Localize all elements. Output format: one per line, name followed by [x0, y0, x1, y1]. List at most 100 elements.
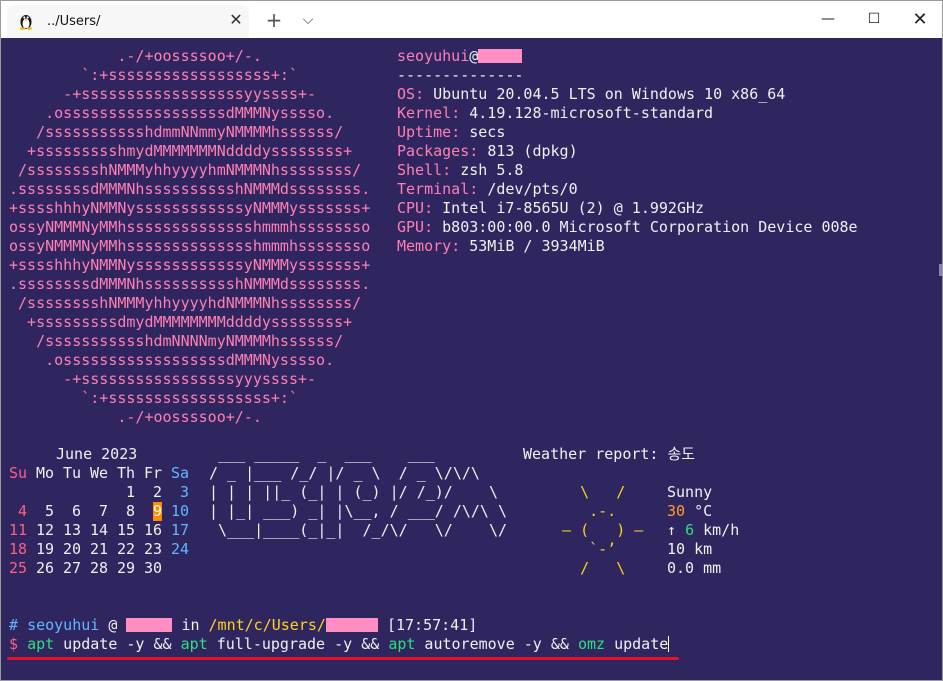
prompt-path: /mnt/c/Users/ — [208, 616, 326, 634]
info-value: 4.19.128-microsoft-standard — [469, 104, 714, 122]
prompt-user: seoyuhui — [27, 616, 100, 634]
info-value: 813 (dpkg) — [487, 142, 578, 160]
close-button[interactable]: ✕ — [897, 1, 942, 38]
info-key: GPU — [397, 218, 425, 236]
prompt-line: # seoyuhui @ in /mnt/c/Users/ [17:57:41] — [9, 616, 477, 635]
info-value: b803:00:00.0 Microsoft Corporation Devic… — [442, 218, 858, 236]
info-key: Shell — [397, 161, 443, 179]
calendar-day: 25 — [9, 559, 28, 577]
neofetch-user: seoyuhui — [397, 47, 470, 65]
weekday-label: Sa — [171, 464, 190, 482]
sun-art-line: `-’ — [553, 540, 617, 558]
calendar-day: 20 — [63, 540, 82, 558]
linux-tux-icon — [20, 15, 32, 30]
prompt-at: @ — [108, 616, 118, 634]
logo-line: /sssssssshNMMMyhhyyyyhdNMMMNhssssssss/ — [9, 294, 362, 312]
calendar-day: 3 — [180, 483, 190, 501]
logo-line: .ossssssssssssssssssdMMMNysssso. — [9, 104, 335, 122]
sun-art-line: / \ — [553, 559, 626, 577]
info-row: Shell: zsh 5.8 — [397, 161, 523, 180]
info-colon: : — [442, 161, 461, 179]
info-key: OS — [397, 85, 416, 103]
logo-line: .ssssssssdMMMNhsssssssssshNMMMdssssssss. — [9, 275, 371, 293]
calendar-day: 6 — [72, 502, 82, 520]
calendar-day: 30 — [144, 559, 163, 577]
tab-title: ../Users/ — [47, 14, 101, 29]
calendar-day: 4 — [18, 502, 28, 520]
temp-unit: °C — [694, 502, 713, 520]
weekday-label: We — [90, 464, 109, 482]
weather-label: Weather report: — [523, 445, 659, 463]
info-key: Kernel — [397, 104, 452, 122]
minimize-button[interactable]: — — [805, 1, 851, 38]
text-cursor — [668, 636, 670, 652]
calendar-day: 18 — [9, 540, 28, 558]
info-row: Uptime: secs — [397, 123, 505, 142]
calendar-day: 13 — [63, 521, 82, 539]
weather-location: 송도 — [667, 445, 696, 463]
banner-line: | |_| ___) _| |\__, / ___/ /\/\ \ — [209, 502, 508, 520]
calendar-day-today: 9 — [153, 502, 163, 521]
neofetch-at: @ — [469, 47, 479, 65]
chevron-down-icon[interactable]: ⌵ — [297, 9, 319, 31]
command-args: autoremove -y && — [415, 635, 578, 653]
calendar-day: 10 — [171, 502, 190, 520]
calendar-day: 29 — [117, 559, 136, 577]
command-args: full-upgrade -y && — [207, 635, 389, 653]
neofetch-title: seoyuhui@ — [397, 47, 523, 66]
calendar-day: 28 — [90, 559, 109, 577]
terminal-content[interactable]: .-/+oossssoo+/-. `:+ssssssssssssssssss+:… — [1, 38, 942, 680]
weather-condition: Sunny — [667, 483, 713, 501]
weather-precip: 0.0 mm — [667, 559, 722, 577]
logo-line: ossyNMMMNyMMhsssssssssssssshmmmhssssssso — [9, 218, 371, 236]
calendar-day: 16 — [144, 521, 163, 539]
title-bar: ../Users/ ✕ + ⌵ — ☐ ✕ — [1, 1, 942, 38]
command-args: update -y && — [54, 635, 181, 653]
info-colon: : — [451, 237, 470, 255]
sun-art-line: .-. — [553, 502, 617, 520]
calendar-day: 27 — [63, 559, 82, 577]
command-text: apt update -y && apt full-upgrade -y && … — [27, 635, 668, 653]
new-tab-button[interactable]: + — [263, 9, 285, 31]
calendar-day: 22 — [117, 540, 136, 558]
info-colon: : — [451, 123, 470, 141]
calendar-day: 7 — [99, 502, 109, 520]
maximize-button[interactable]: ☐ — [851, 1, 897, 38]
logo-line: .ossssssssssssssssssdMMMNysssso. — [9, 351, 335, 369]
info-value: Ubuntu 20.04.5 LTS on Windows 10 x86_64 — [433, 85, 786, 103]
weekday-label: Mo — [36, 464, 55, 482]
command-args: update — [605, 635, 669, 653]
weekday-label: Th — [117, 464, 136, 482]
wind-arrow-icon: ↑ — [667, 521, 677, 539]
terminal-window: ../Users/ ✕ + ⌵ — ☐ ✕ .-/+oossssoo+/-. `… — [0, 0, 943, 681]
info-colon: : — [469, 142, 488, 160]
sun-art-line: \ / — [553, 483, 626, 501]
calendar-day: 24 — [171, 540, 190, 558]
tab-close-icon[interactable]: ✕ — [226, 10, 246, 30]
banner-line: ___ _____ _ ___ ___ — [209, 445, 435, 463]
sun-art-line: ― ( ) ― — [553, 521, 644, 539]
info-row: CPU: Intel i7-8565U (2) @ 1.992GHz — [397, 199, 704, 218]
calendar-day: 21 — [90, 540, 109, 558]
tab-ubuntu[interactable]: ../Users/ ✕ — [7, 5, 249, 38]
scrollbar-marker[interactable] — [939, 264, 942, 276]
prompt-hash: # — [9, 616, 19, 634]
weather-visibility: 10 km — [667, 540, 713, 558]
info-value: zsh 5.8 — [460, 161, 524, 179]
info-row: Kernel: 4.19.128-microsoft-standard — [397, 104, 713, 123]
wind-value: 6 — [685, 521, 695, 539]
logo-line: `:+ssssssssssssssssss+:` — [9, 66, 298, 84]
command-line[interactable]: $ apt update -y && apt full-upgrade -y &… — [9, 635, 670, 654]
logo-line: +sssshhhyNMMNyssssssssssssyNMMMysssssss+ — [9, 199, 371, 217]
temp-value: 30 — [667, 502, 686, 520]
info-key: Memory — [397, 237, 452, 255]
weather-wind: ↑ 6 km/h — [667, 521, 739, 540]
banner-line: / _ |___ /_/ |/ _ \ / _ \/\/\ — [209, 464, 480, 482]
info-row: GPU: b803:00:00.0 Microsoft Corporation … — [397, 218, 858, 237]
command-keyword: apt — [180, 635, 208, 653]
logo-line: -+ssssssssssssssssssyyssss+- — [9, 85, 317, 103]
calendar-day: 1 — [126, 483, 136, 501]
banner-line: \___|____(_|_| /_/\/ \/ \/ — [209, 521, 508, 539]
banner-line: | | | ||_ (_| | (_) |/ /_)/ \ — [209, 483, 498, 501]
info-row: Packages: 813 (dpkg) — [397, 142, 578, 161]
